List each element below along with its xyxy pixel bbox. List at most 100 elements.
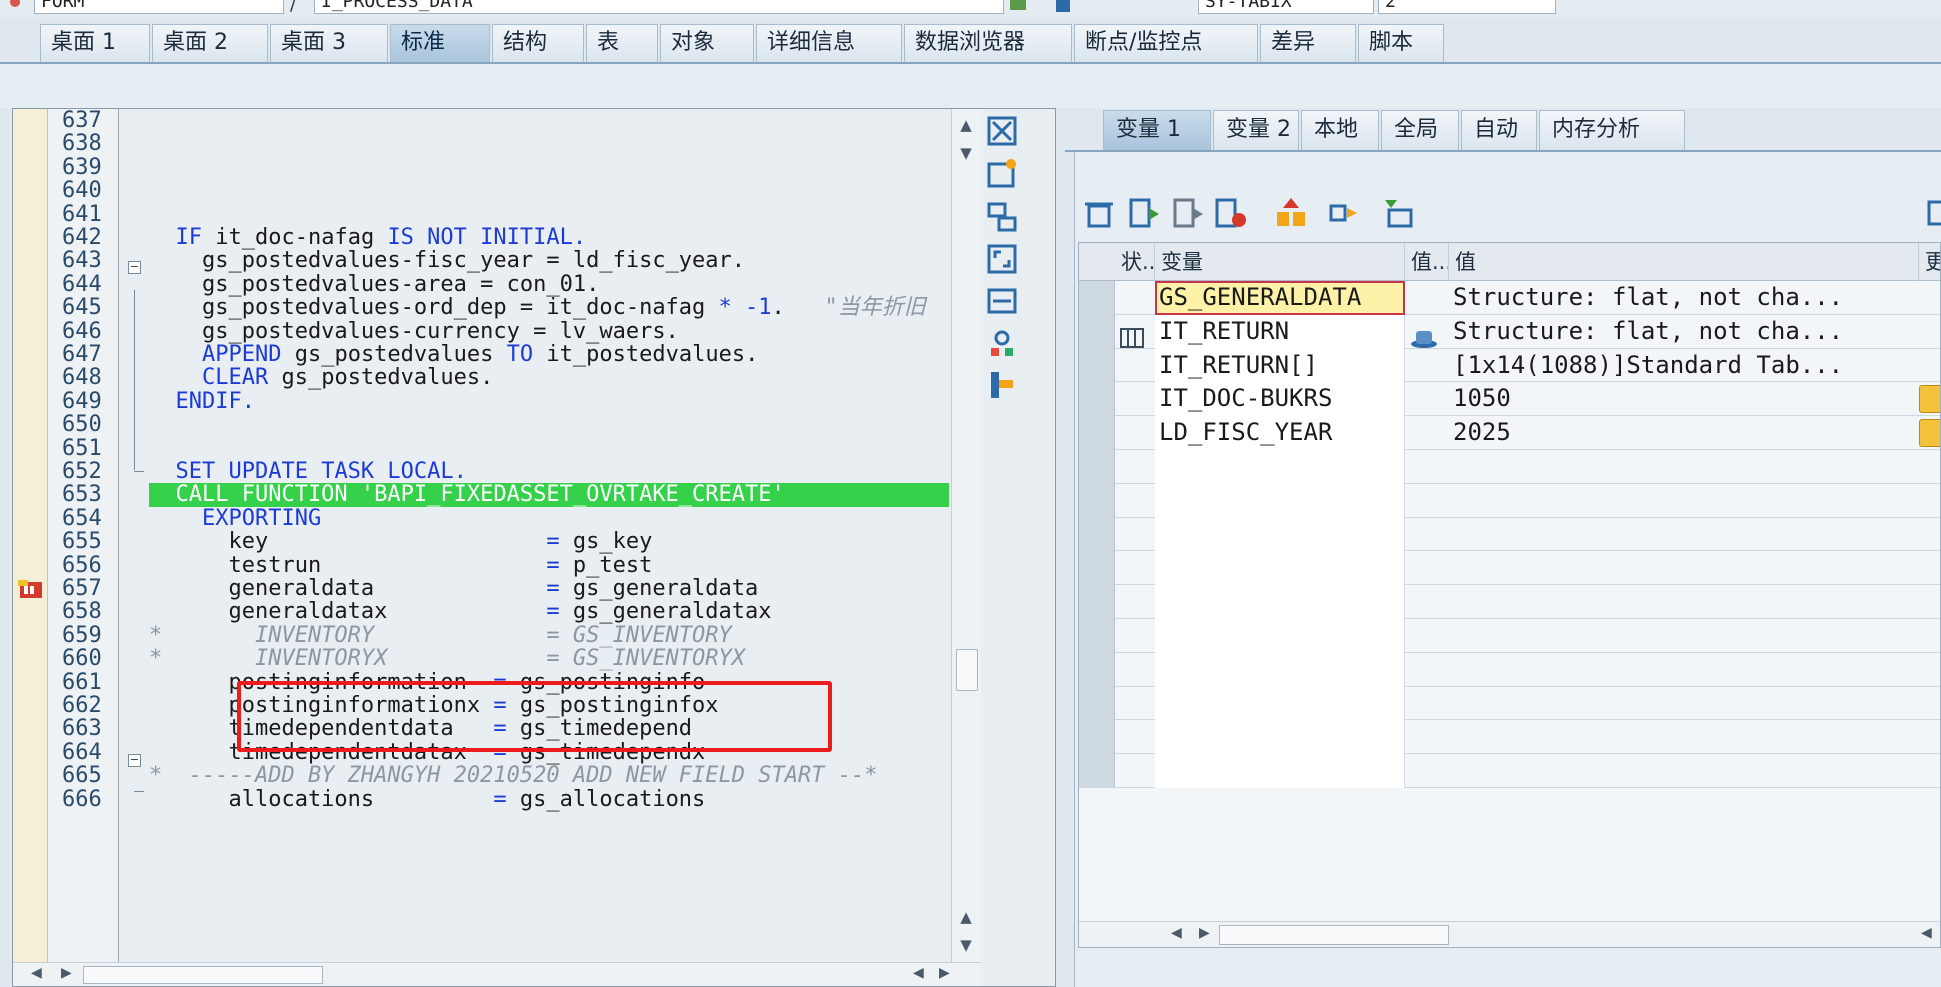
grid-horizontal-scrollbar[interactable]: ◀ ▶ ◀ (1079, 921, 1940, 947)
maximize-icon[interactable] (985, 242, 1019, 276)
row-selector[interactable] (1079, 382, 1115, 417)
code-line[interactable] (149, 203, 949, 226)
table-row[interactable] (1079, 517, 1940, 552)
current-code-line[interactable]: CALL FUNCTION 'BAPI_FIXEDASSET_OVRTAKE_C… (149, 483, 949, 507)
variable-name-cell[interactable]: IT_RETURN (1155, 314, 1405, 349)
code-line[interactable]: EXPORTING (149, 507, 949, 530)
scroll-right-icon[interactable]: ▶ (1199, 925, 1210, 941)
row-selector[interactable] (1079, 281, 1115, 315)
table-row[interactable]: IT_RETURN[] [1x14(1088)]Standard Tab... (1079, 348, 1940, 383)
code-line[interactable]: generaldatax = gs_generaldatax (149, 600, 949, 623)
code-line[interactable] (149, 109, 949, 132)
tab-diff[interactable]: 差异 (1260, 24, 1356, 62)
variable-name-cell[interactable]: IT_DOC-BUKRS (1155, 382, 1405, 417)
insert-icon[interactable] (1127, 196, 1163, 230)
table-row[interactable]: LD_FISC_YEAR 2025 (1079, 416, 1940, 450)
code-line[interactable]: key = gs_key (149, 530, 949, 553)
value-cell[interactable] (1449, 754, 1915, 788)
edit-value-icon[interactable] (1919, 385, 1940, 414)
tab-global[interactable]: 全局 (1381, 110, 1459, 150)
code-line[interactable]: * INVENTORYX = GS_INVENTORYX (149, 647, 949, 670)
code-line[interactable]: gs_postedvalues-fisc_year = ld_fisc_year… (149, 249, 949, 272)
code-line[interactable] (149, 132, 949, 155)
row-selector[interactable] (1079, 483, 1115, 518)
code-line[interactable]: IF it_doc-nafag IS NOT INITIAL. (149, 226, 949, 249)
table-row[interactable] (1079, 686, 1940, 721)
table-row[interactable]: IT_DOC-BUKRS 1050 (1079, 382, 1940, 417)
row-selector[interactable] (1079, 686, 1115, 721)
table-row[interactable] (1079, 754, 1940, 788)
row-selector[interactable] (1079, 314, 1115, 349)
value-cell[interactable] (1449, 585, 1915, 619)
table-row[interactable] (1079, 619, 1940, 653)
edit-list-icon[interactable] (1171, 196, 1207, 230)
tab-data-explorer[interactable]: 数据浏览器 (904, 24, 1072, 62)
tab-desktop-2[interactable]: 桌面 2 (152, 24, 268, 62)
routine-field[interactable]: I_PROCESS_DATA (314, 0, 1004, 14)
row-selector[interactable] (1079, 416, 1115, 450)
variable-name-cell[interactable]: LD_FISC_YEAR (1155, 416, 1405, 450)
variable-name-cell[interactable]: IT_RETURN[] (1155, 348, 1405, 383)
row-selector[interactable] (1079, 619, 1115, 653)
tab-breakpoints[interactable]: 断点/监控点 (1074, 24, 1258, 62)
table-row[interactable] (1079, 450, 1940, 484)
scroll-right-icon[interactable]: ▶ (61, 965, 72, 981)
code-line[interactable] (149, 437, 949, 460)
tab-memory-analysis[interactable]: 内存分析 (1539, 110, 1685, 150)
table-row[interactable]: IT_RETURN Structure: flat, not cha... (1079, 314, 1940, 349)
value-cell[interactable] (1449, 484, 1915, 518)
variable-name-cell[interactable] (1155, 450, 1405, 484)
refresh-icon[interactable] (1008, 0, 1030, 14)
scroll-thumb[interactable] (1219, 925, 1449, 945)
value-cell[interactable] (1449, 720, 1915, 754)
remove-icon[interactable] (1213, 196, 1249, 230)
editor-vertical-scrollbar[interactable]: ▲ ▼ ▲ ▼ (951, 109, 981, 986)
settings-tool-icon[interactable] (985, 368, 1019, 402)
scroll-thumb[interactable] (83, 966, 323, 984)
code-line[interactable] (149, 413, 949, 436)
value-cell[interactable] (1449, 551, 1915, 585)
code-line[interactable]: * -----ADD BY ZHANGYH 20210520 ADD NEW F… (149, 764, 949, 787)
scroll-right-icon[interactable]: ▶ (939, 965, 950, 981)
code-lines[interactable]: IF it_doc-nafag IS NOT INITIAL. gs_poste… (149, 109, 949, 986)
variable-name-cell[interactable] (1155, 585, 1405, 619)
value-cell[interactable]: Structure: flat, not cha... (1449, 281, 1915, 315)
scroll-down-icon[interactable]: ▼ (956, 143, 976, 163)
value-cell[interactable]: Structure: flat, not cha... (1449, 315, 1915, 349)
scroll-left-icon[interactable]: ◀ (31, 965, 42, 981)
column-change[interactable]: 更 (1919, 243, 1940, 281)
value-cell[interactable]: 2025 (1449, 416, 1915, 450)
column-value[interactable]: 值 (1449, 243, 1919, 281)
resize-width-icon[interactable] (985, 284, 1019, 318)
breakpoint-gutter[interactable] (13, 109, 48, 986)
delete-icon[interactable] (1081, 196, 1117, 230)
scroll-left-icon[interactable]: ◀ (1171, 925, 1182, 941)
program-field[interactable]: FORM (34, 0, 284, 14)
code-line[interactable]: testrun = p_test (149, 553, 949, 577)
tab-object[interactable]: 对象 (660, 24, 754, 62)
code-line[interactable]: * INVENTORY = GS_INVENTORY (149, 624, 949, 647)
value-cell[interactable] (1449, 518, 1915, 552)
code-line[interactable]: generaldata = gs_generaldata (149, 577, 949, 600)
tab-auto[interactable]: 自动 (1461, 110, 1537, 150)
services-icon[interactable] (985, 326, 1019, 360)
value-cell[interactable] (1449, 450, 1915, 484)
row-selector[interactable] (1079, 585, 1115, 619)
new-tool-icon[interactable] (985, 156, 1019, 190)
code-line[interactable]: gs_postedvalues-currency = lv_waers. (149, 319, 949, 343)
merge-icon[interactable] (1273, 196, 1309, 230)
row-selector[interactable] (1079, 551, 1115, 586)
table-row[interactable] (1079, 720, 1940, 755)
column-value-type[interactable]: 值... (1405, 243, 1449, 281)
row-selector[interactable] (1079, 450, 1115, 484)
value-cell[interactable] (1449, 653, 1915, 687)
variable-name-cell[interactable]: GS_GENERALDATA (1155, 281, 1405, 315)
scroll-left-icon[interactable]: ◀ (913, 965, 924, 981)
tab-desktop-1[interactable]: 桌面 1 (40, 24, 150, 62)
variable-name-cell[interactable] (1155, 517, 1405, 552)
row-selector[interactable] (1079, 348, 1115, 383)
value-cell[interactable]: 1050 (1449, 382, 1915, 416)
tab-structure[interactable]: 结构 (492, 24, 584, 62)
editor-horizontal-scrollbar[interactable]: ◀ ▶ ◀ ▶ (13, 962, 981, 986)
fold-toggle-icon[interactable]: − (128, 261, 141, 274)
